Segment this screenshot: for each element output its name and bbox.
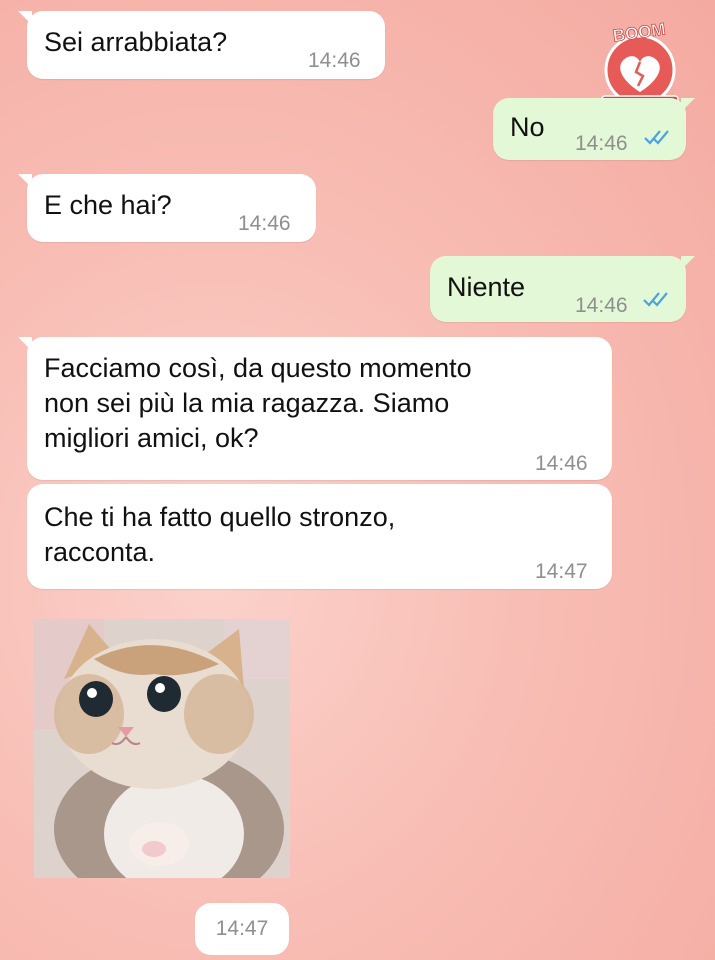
message-text: Sei arrabbiata?: [44, 27, 228, 57]
message-time: 14:46: [308, 49, 361, 72]
bubble-tail: [18, 174, 32, 188]
message-text: Che ti ha fatto quello stronzo, racconta…: [44, 502, 396, 567]
message-bubble-outgoing[interactable]: No 14:46: [493, 98, 695, 160]
message-text: No: [510, 112, 545, 142]
double-check-icon: [644, 130, 669, 145]
message-bubble-incoming[interactable]: Sei arrabbiata? 14:46: [18, 11, 385, 79]
message-time: 14:46: [238, 212, 291, 235]
message-time: 14:47: [535, 560, 588, 583]
message-time: 14:46: [575, 294, 628, 317]
image-message-time: 14:47: [195, 903, 289, 955]
bubble-tail: [681, 98, 695, 112]
message-bubble-incoming[interactable]: Facciamo così, da questo momento non sei…: [18, 337, 612, 480]
message-text: E che hai?: [44, 190, 172, 220]
bubble-tail: [681, 256, 695, 270]
message-bubble-outgoing[interactable]: Niente 14:46: [430, 256, 695, 322]
kitten-illustration: [34, 619, 290, 878]
double-check-icon: [643, 292, 668, 307]
kitten-photo[interactable]: [34, 619, 290, 878]
message-bubble-incoming[interactable]: Che ti ha fatto quello stronzo, racconta…: [27, 484, 612, 589]
message-time: 14:46: [575, 132, 628, 155]
message-bubble-incoming[interactable]: E che hai? 14:46: [18, 174, 316, 242]
bubble-tail: [18, 337, 32, 351]
message-text: Niente: [447, 272, 526, 302]
message-text: Facciamo così, da questo momento non sei…: [44, 353, 472, 453]
bubble-tail: [18, 11, 32, 25]
message-time: 14:46: [535, 452, 588, 475]
